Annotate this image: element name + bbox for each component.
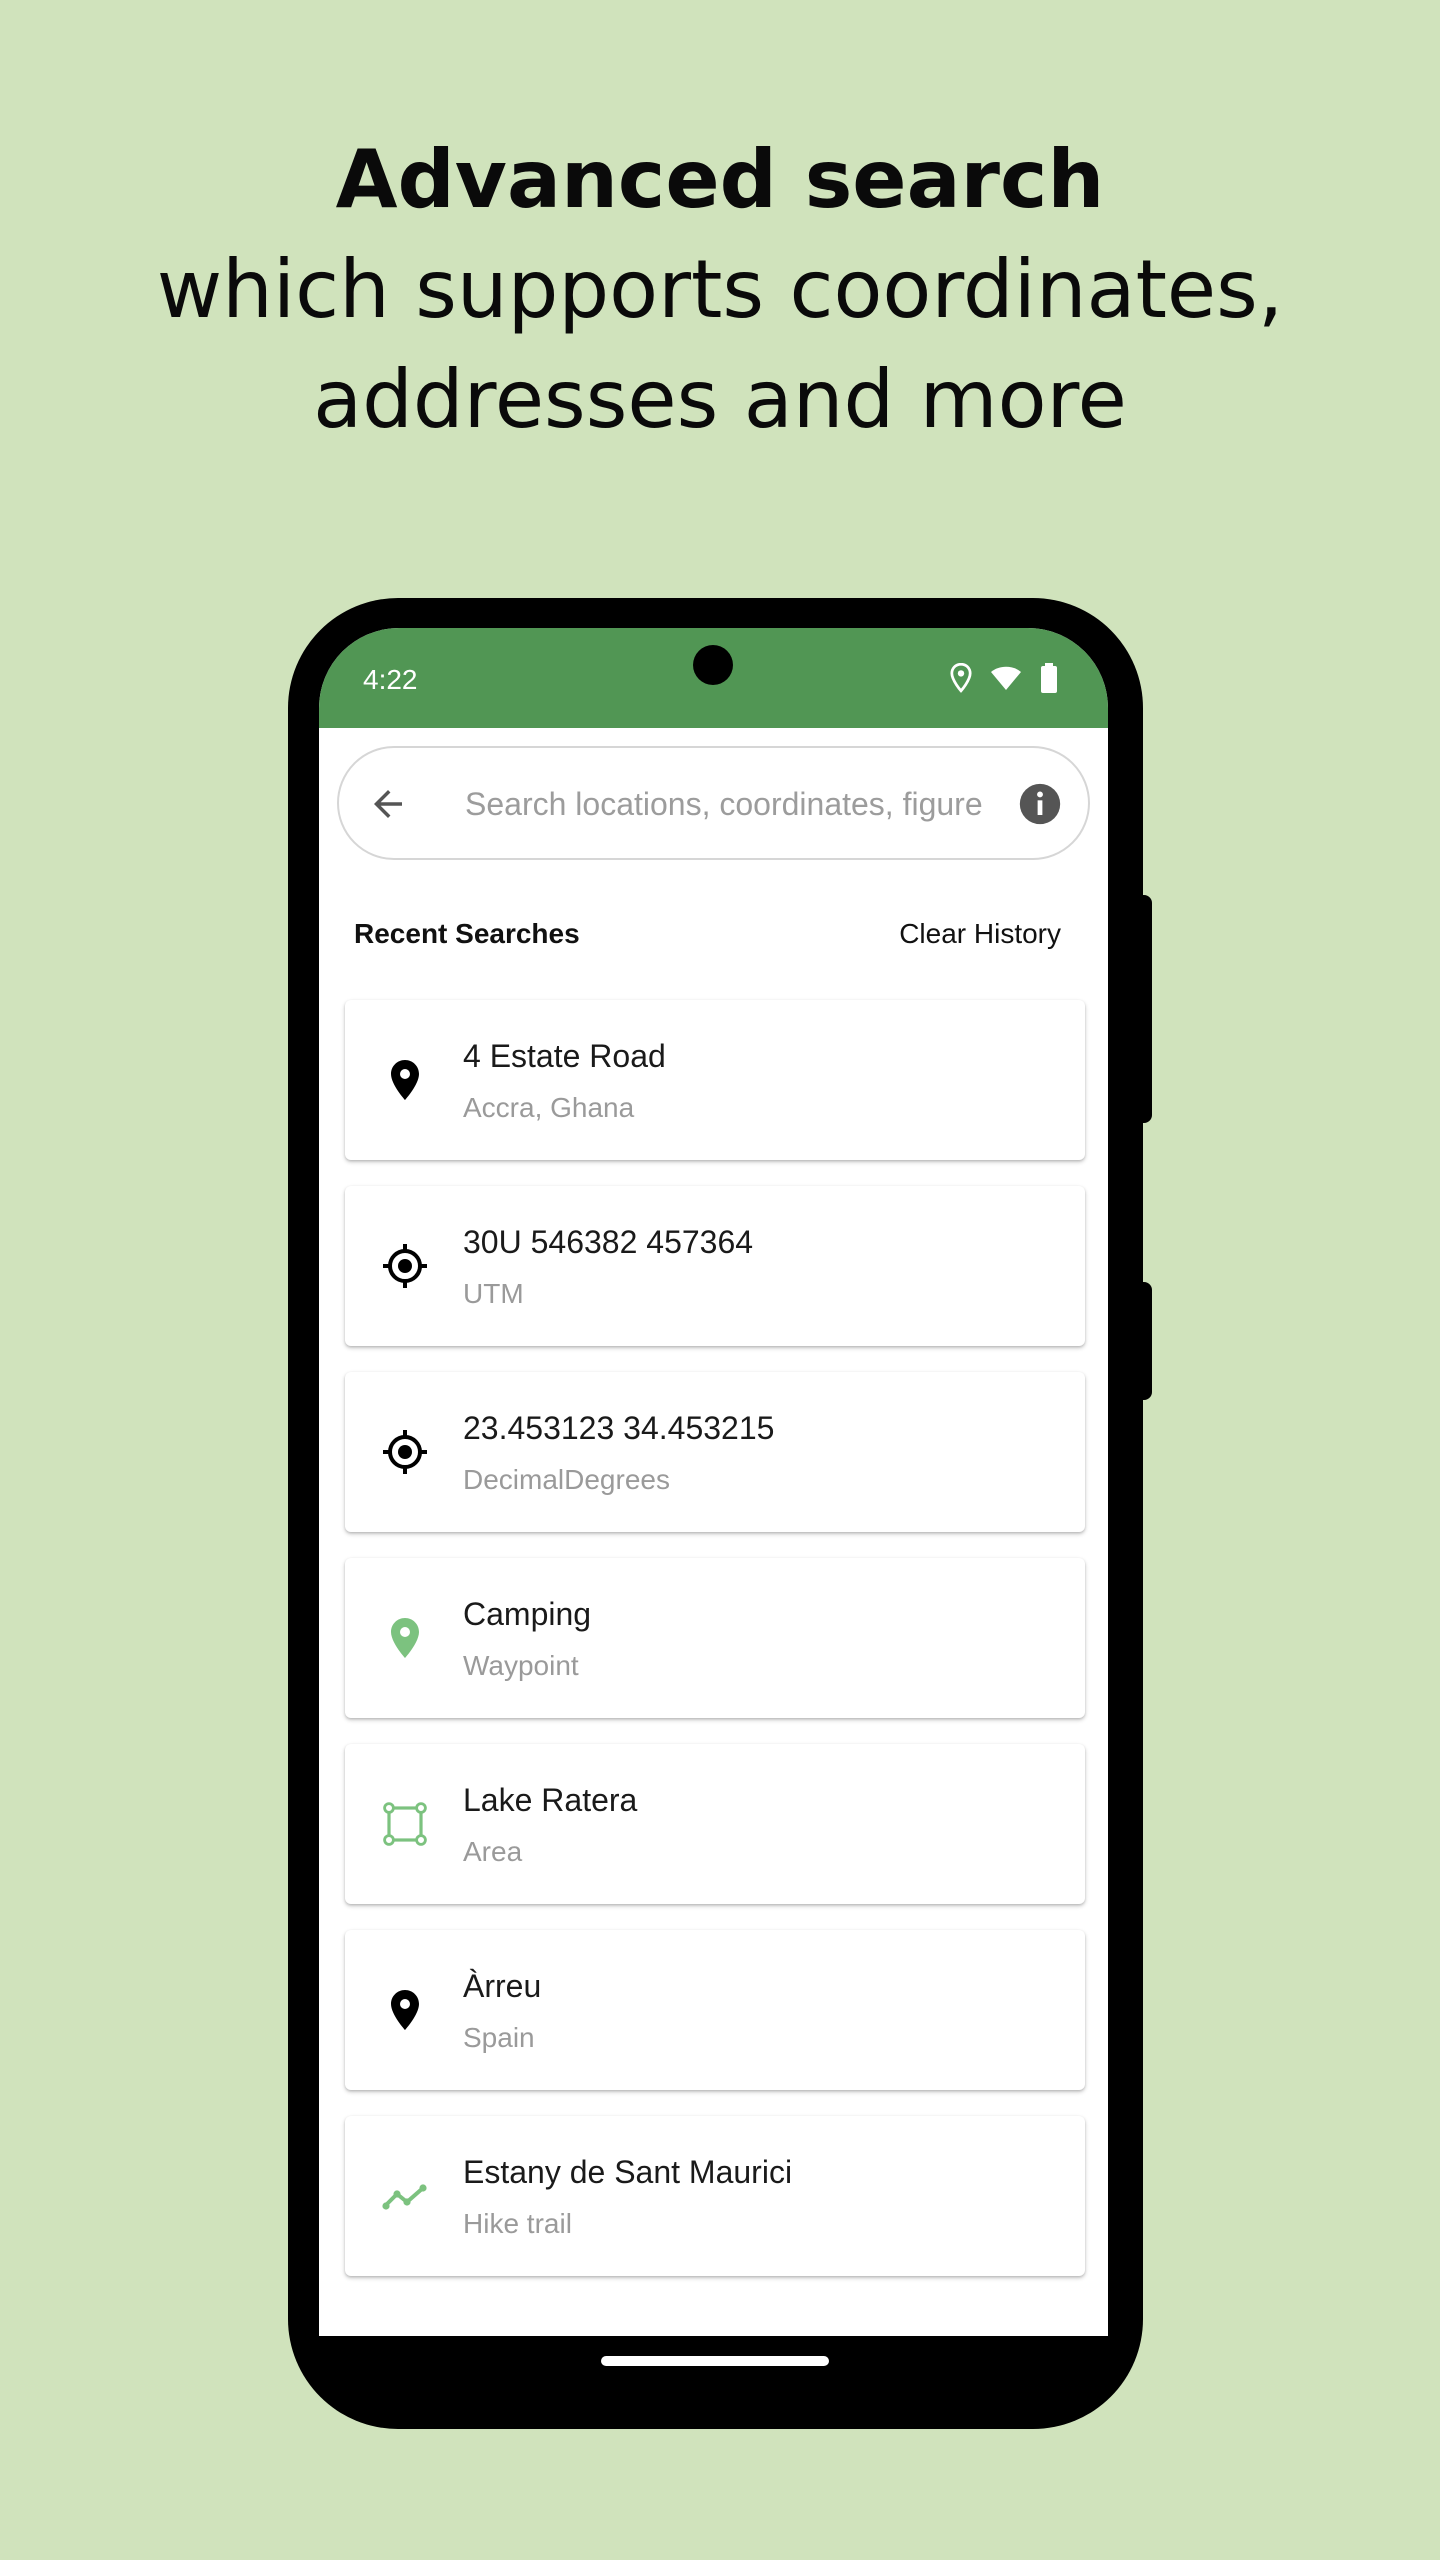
wifi-icon <box>990 665 1022 691</box>
location-icon <box>950 663 972 693</box>
crosshair-icon <box>381 1242 429 1290</box>
area-polygon-icon <box>381 1800 429 1848</box>
item-subtitle: Accra, Ghana <box>463 1092 635 1123</box>
camera-cutout <box>693 645 733 685</box>
item-title: 23.453123 34.453215 <box>463 1410 775 1446</box>
status-time: 4:22 <box>363 664 418 695</box>
item-subtitle: Area <box>463 1836 523 1867</box>
headline-line-3: addresses and more <box>313 353 1127 446</box>
item-subtitle: UTM <box>463 1278 524 1309</box>
headline-title: Advanced search <box>335 133 1105 226</box>
item-title: Estany de Sant Maurici <box>463 2154 793 2190</box>
clear-history-button[interactable]: Clear History <box>899 918 1061 950</box>
headline-line-2: which supports coordinates, <box>156 243 1284 336</box>
phone-screen: 4:22 Search locations, coordinates, figu… <box>319 628 1108 2336</box>
battery-icon <box>1040 663 1058 693</box>
recent-searches-title: Recent Searches <box>354 918 580 949</box>
info-icon[interactable] <box>1018 782 1062 831</box>
list-item[interactable]: Estany de Sant Maurici Hike trail <box>345 2116 1085 2276</box>
list-item[interactable]: 30U 546382 457364 UTM <box>345 1186 1085 1346</box>
search-bar[interactable]: Search locations, coordinates, figure <box>337 746 1090 860</box>
place-pin-icon <box>381 1056 429 1104</box>
list-item[interactable]: 4 Estate Road Accra, Ghana <box>345 1000 1085 1160</box>
item-subtitle: Waypoint <box>463 1650 579 1681</box>
item-title: 30U 546382 457364 <box>463 1224 754 1260</box>
item-title: Lake Ratera <box>463 1782 638 1818</box>
power-button <box>1140 895 1152 1123</box>
list-item[interactable]: Camping Waypoint <box>345 1558 1085 1718</box>
list-item[interactable]: Lake Ratera Area <box>345 1744 1085 1904</box>
item-subtitle: Hike trail <box>463 2208 572 2239</box>
list-item[interactable]: 23.453123 34.453215 DecimalDegrees <box>345 1372 1085 1532</box>
home-indicator[interactable] <box>601 2356 829 2366</box>
headline: Advanced search which supports coordinat… <box>0 125 1440 455</box>
item-subtitle: Spain <box>463 2022 535 2053</box>
list-item[interactable]: Àrreu Spain <box>345 1930 1085 2090</box>
crosshair-icon <box>381 1428 429 1476</box>
waypoint-pin-icon <box>381 1614 429 1662</box>
trail-icon <box>381 2172 429 2220</box>
item-title: Camping <box>463 1596 592 1632</box>
status-bar: 4:22 <box>319 628 1108 728</box>
item-title: 4 Estate Road <box>463 1038 666 1074</box>
item-subtitle: DecimalDegrees <box>463 1464 670 1495</box>
arrow-back-icon[interactable] <box>367 783 409 830</box>
item-title: Àrreu <box>463 1968 542 2004</box>
volume-button <box>1140 1282 1152 1400</box>
place-pin-icon <box>381 1986 429 2034</box>
search-input[interactable]: Search locations, coordinates, figure <box>465 786 1005 823</box>
